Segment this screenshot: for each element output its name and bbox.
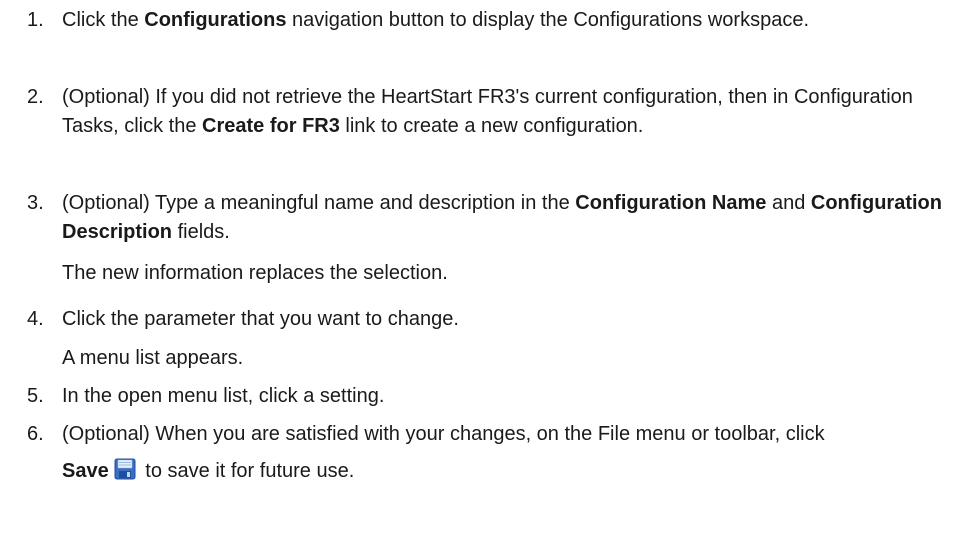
step-text-part: Click the parameter that you want to cha…: [62, 308, 459, 330]
step-text-part: and: [766, 192, 811, 214]
ui-term-configuration-name: Configuration Name: [575, 192, 767, 214]
step-text: (Optional) When you are satisfied with y…: [62, 416, 872, 490]
step-text-part: Click the: [62, 9, 145, 31]
floppy-disk-save-icon: [114, 456, 136, 480]
step-text-part: fields.: [172, 221, 230, 243]
step-text: (Optional) If you did not retrieve the H…: [62, 83, 932, 141]
step-text: Click the Configurations navigation butt…: [62, 6, 892, 35]
step-number: 3.: [27, 192, 44, 214]
step-text-part: In the open menu list, click a setting.: [62, 385, 385, 407]
step-text: (Optional) Type a meaningful name and de…: [62, 189, 947, 247]
step-text-part: (Optional) When you are satisfied with y…: [62, 423, 825, 445]
ui-term-create-for-fr3: Create for FR3: [202, 115, 340, 137]
step-text: Click the parameter that you want to cha…: [62, 305, 942, 334]
step-number: 6.: [27, 423, 44, 445]
step-number: 4.: [27, 308, 44, 330]
step-number: 1.: [27, 9, 44, 31]
step-number: 2.: [27, 86, 44, 108]
step-text-part: link to create a new configuration.: [339, 115, 644, 137]
step-text-part: navigation button to display the Configu…: [286, 9, 810, 31]
ui-term-configurations: Configurations: [144, 9, 287, 31]
step-text-part: to save it for future use.: [139, 460, 355, 482]
step-result-note: The new information replaces the selecti…: [62, 262, 448, 284]
step-number: 5.: [27, 385, 44, 407]
ui-term-save: Save: [62, 460, 109, 482]
step-text: In the open menu list, click a setting.: [62, 382, 942, 411]
step-text-part: (Optional) Type a meaningful name and de…: [62, 192, 576, 214]
step-result-note: A menu list appears.: [62, 347, 244, 369]
